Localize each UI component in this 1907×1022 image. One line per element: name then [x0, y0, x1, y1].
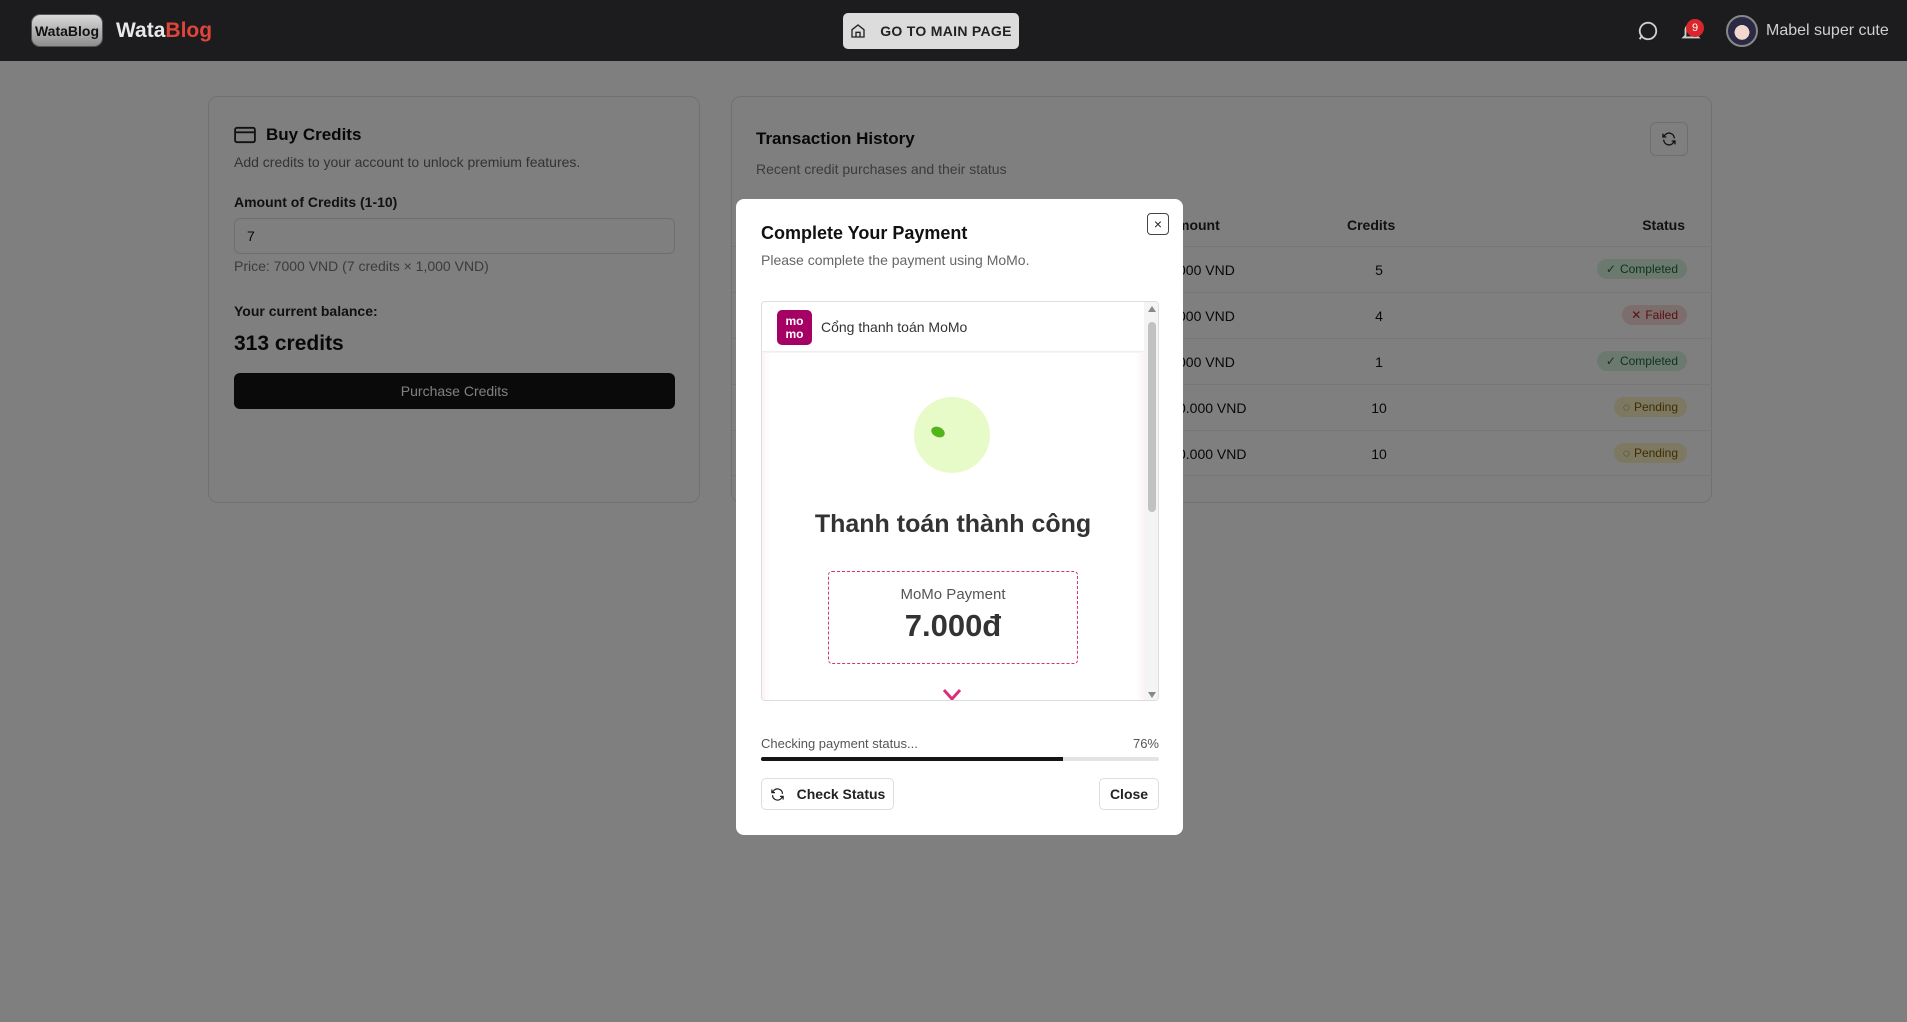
payment-amount: 7.000đ: [904, 608, 1002, 643]
payment-progress-percent: 76%: [1132, 736, 1159, 751]
close-button[interactable]: Close: [1099, 778, 1159, 810]
payment-method-label: MoMo Payment: [900, 586, 1006, 603]
top-navbar: WataBlog WataBlog GO TO MAIN PAGE 9 Mabe…: [0, 0, 1907, 61]
check-status-button[interactable]: Check Status: [761, 778, 894, 810]
user-avatar[interactable]: [1726, 15, 1758, 47]
dialog-subtitle: Please complete the payment using MoMo.: [761, 252, 1030, 268]
brand-name[interactable]: WataBlog: [116, 19, 212, 43]
dialog-title: Complete Your Payment: [761, 223, 968, 243]
go-to-main-page-label: GO TO MAIN PAGE: [880, 23, 1012, 39]
iframe-scrollbar[interactable]: [1144, 302, 1158, 700]
progress-fill: [761, 757, 1064, 761]
brand-name-part1: Wata: [116, 19, 166, 42]
momo-logo-line1: mo: [785, 313, 804, 328]
momo-payment-iframe[interactable]: mo mo Cổng thanh toán MoMo Thanh toán th…: [761, 301, 1159, 701]
payment-status-text: Checking payment status...: [761, 736, 918, 751]
go-to-main-page-button[interactable]: GO TO MAIN PAGE: [843, 13, 1019, 49]
momo-logo-line2: mo: [785, 326, 804, 341]
momo-gateway-header: mo mo Cổng thanh toán MoMo: [762, 302, 1144, 352]
home-icon: [851, 24, 865, 38]
close-icon[interactable]: ×: [1147, 213, 1169, 235]
brand-name-part2: Blog: [165, 19, 213, 42]
logo-badge[interactable]: WataBlog: [31, 14, 103, 47]
refresh-icon: [770, 787, 784, 801]
momo-gateway-title: Cổng thanh toán MoMo: [821, 319, 968, 335]
momo-success-panel: Thanh toán thành công MoMo Payment 7.000…: [762, 353, 1144, 700]
user-name[interactable]: Mabel super cute: [1766, 22, 1889, 40]
notification-count-badge: 9: [1686, 19, 1704, 37]
payment-summary-box: MoMo Payment 7.000đ: [828, 571, 1078, 664]
success-dot: [929, 424, 947, 440]
chat-icon[interactable]: [1637, 20, 1659, 42]
momo-logo: mo mo: [777, 310, 812, 345]
payment-progress-bar: [761, 757, 1159, 761]
scrollbar-thumb[interactable]: [1148, 322, 1156, 512]
payment-success-text: Thanh toán thành công: [814, 510, 1092, 538]
check-status-label: Check Status: [796, 786, 886, 802]
scroll-up-arrow-icon[interactable]: [1148, 306, 1156, 312]
payment-dialog: × Complete Your Payment Please complete …: [736, 199, 1183, 835]
success-icon: [914, 397, 990, 473]
scroll-down-arrow-icon[interactable]: [1148, 692, 1156, 698]
chevron-down-icon: [942, 689, 962, 700]
